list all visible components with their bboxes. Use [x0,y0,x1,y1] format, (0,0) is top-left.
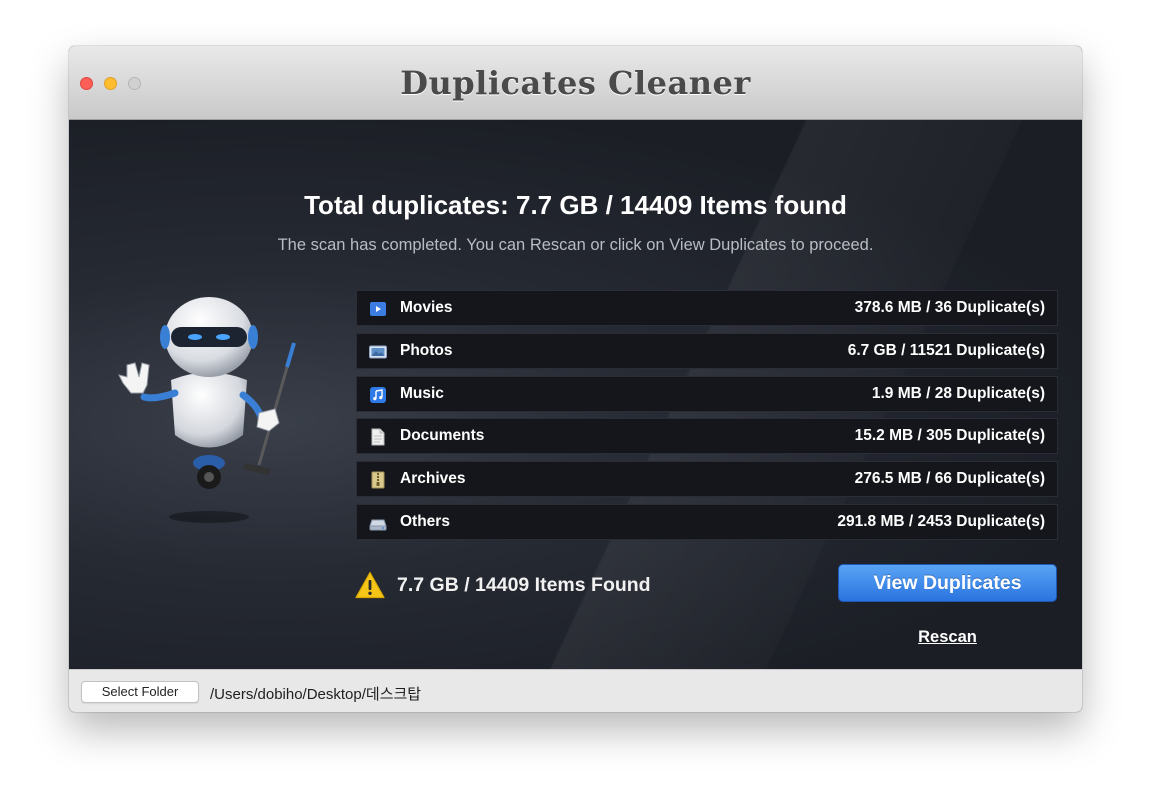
category-value: 276.5 MB / 66 Duplicate(s) [854,470,1045,488]
rescan-link[interactable]: Rescan [838,628,1057,647]
robot-mascot-illustration [118,297,296,523]
category-row-documents[interactable]: Documents 15.2 MB / 305 Duplicate(s) [356,418,1058,455]
view-duplicates-button[interactable]: View Duplicates [838,564,1057,602]
category-row-movies[interactable]: Movies 378.6 MB / 36 Duplicate(s) [356,290,1058,326]
bottom-bar: Select Folder /Users/dobiho/Desktop/데스크탑 [69,669,1082,712]
category-value: 15.2 MB / 305 Duplicate(s) [854,427,1045,445]
document-icon [371,428,385,446]
music-icon [370,386,386,403]
category-row-photos[interactable]: Photos 6.7 GB / 11521 Duplicate(s) [356,332,1058,369]
category-label: Music [400,384,444,402]
app-window: Duplicates Cleaner Total duplicates: 7.7… [69,46,1082,712]
category-value: 6.7 GB / 11521 Duplicate(s) [847,341,1045,359]
scan-complete-message: The scan has completed. You can Rescan o… [277,236,874,254]
app-title: Duplicates Cleaner [400,64,751,102]
scan-results-panel: Total duplicates: 7.7 GB / 14409 Items f… [69,120,1082,669]
selected-folder-path: /Users/dobiho/Desktop/데스크탑 [210,686,422,703]
category-value: 291.8 MB / 2453 Duplicate(s) [837,512,1045,530]
category-row-archives[interactable]: Archives 276.5 MB / 66 Duplicate(s) [356,461,1058,498]
category-label: Documents [400,427,485,445]
items-found-summary: 7.7 GB / 14409 Items Found [397,574,651,596]
total-duplicates-headline: Total duplicates: 7.7 GB / 14409 Items f… [304,190,847,220]
category-value: 1.9 MB / 28 Duplicate(s) [871,384,1045,402]
movie-icon [370,302,386,316]
category-label: Photos [400,341,453,359]
photo-icon [369,345,387,359]
category-value: 378.6 MB / 36 Duplicate(s) [854,299,1045,316]
warning-icon [355,571,385,599]
category-list: Movies 378.6 MB / 36 Duplicate(s) Photos… [356,290,1058,547]
category-label: Movies [400,299,453,316]
category-label: Archives [400,470,466,488]
category-label: Others [400,512,450,530]
category-row-others[interactable]: Others 291.8 MB / 2453 Duplicate(s) [356,503,1058,540]
title-bar: Duplicates Cleaner [69,46,1082,120]
archive-icon [371,471,385,489]
select-folder-button[interactable]: Select Folder [81,681,199,703]
category-row-music[interactable]: Music 1.9 MB / 28 Duplicate(s) [356,375,1058,412]
drive-icon [369,519,387,531]
